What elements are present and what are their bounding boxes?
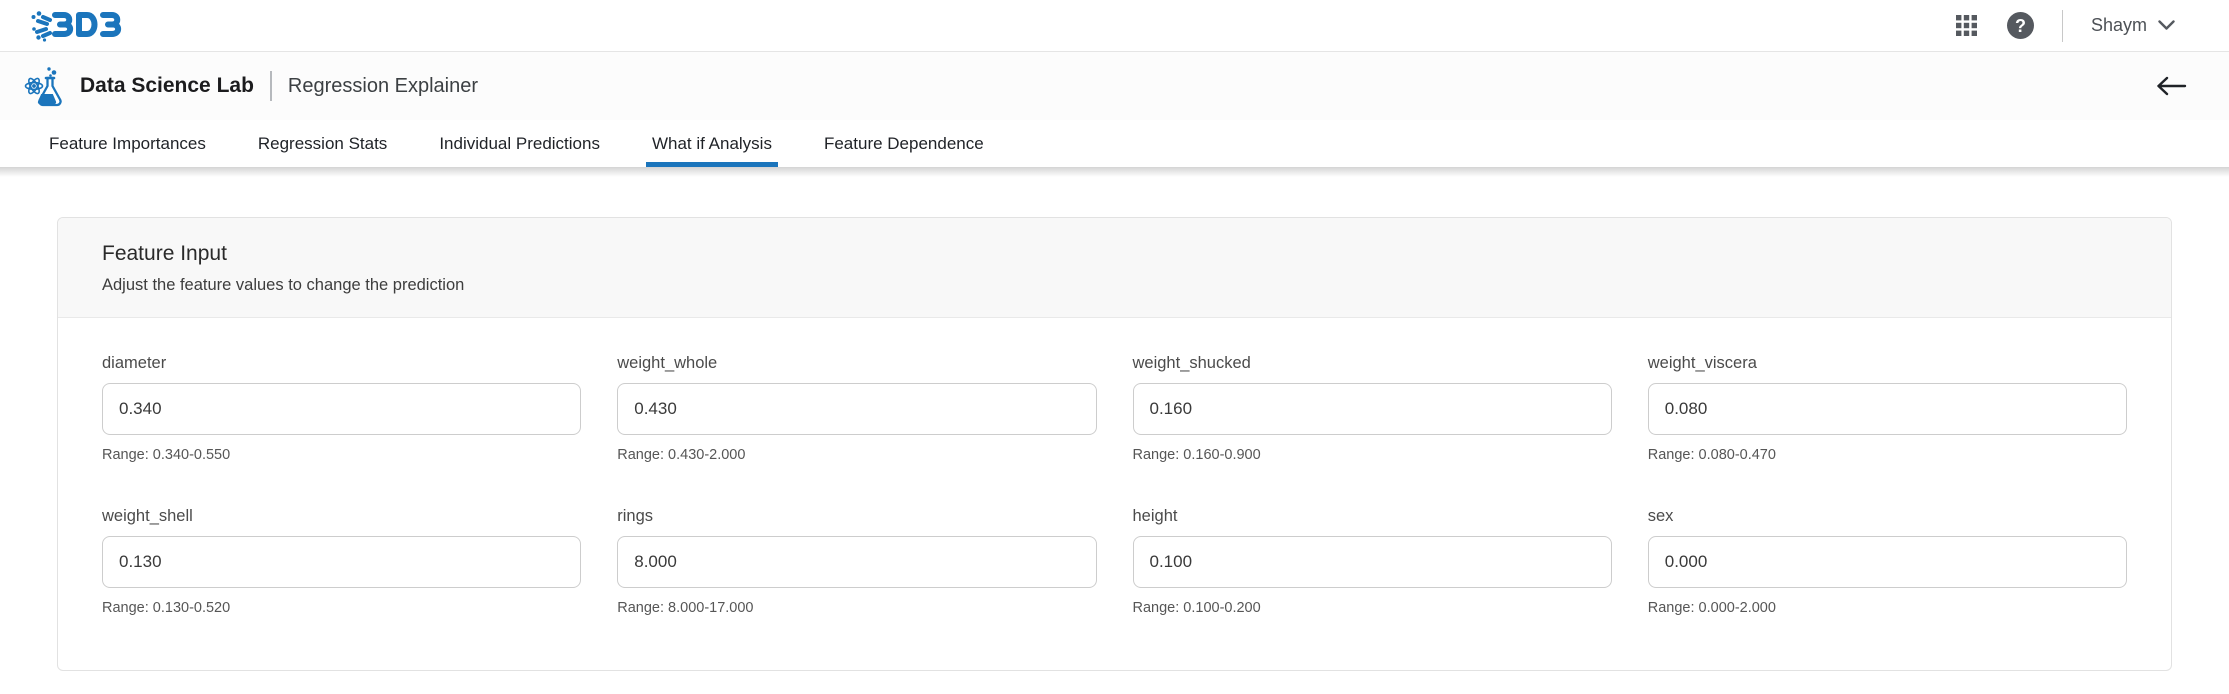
feature-value-input[interactable] <box>1133 536 1612 588</box>
help-button[interactable]: ? <box>2007 12 2034 39</box>
feature-range-text: Range: 0.080-0.470 <box>1648 447 2127 463</box>
feature-value-input[interactable] <box>617 536 1096 588</box>
lab-flask-icon <box>24 64 68 108</box>
feature-field: weight_shell Range: 0.130-0.520 <box>102 507 581 616</box>
card-title: Feature Input <box>102 242 2127 266</box>
feature-field: weight_shucked Range: 0.160-0.900 <box>1133 354 1612 463</box>
feature-value-input[interactable] <box>102 383 581 435</box>
user-menu[interactable]: Shaym <box>2091 15 2175 36</box>
tab-what-if-analysis[interactable]: What if Analysis <box>646 120 778 167</box>
tab-regression-stats[interactable]: Regression Stats <box>252 120 393 167</box>
topbar: ? Shaym <box>0 0 2229 52</box>
topbar-divider <box>2062 10 2063 42</box>
feature-value-input[interactable] <box>1648 383 2127 435</box>
content: Feature Input Adjust the feature values … <box>0 177 2229 671</box>
page-header: Data Science Lab Regression Explainer <box>0 52 2229 120</box>
feature-value-input[interactable] <box>1648 536 2127 588</box>
feature-value-input[interactable] <box>1133 383 1612 435</box>
feature-field: sex Range: 0.000-2.000 <box>1648 507 2127 616</box>
feature-field: diameter Range: 0.340-0.550 <box>102 354 581 463</box>
feature-label: height <box>1133 507 1612 526</box>
feature-range-text: Range: 0.340-0.550 <box>102 447 581 463</box>
feature-grid: diameter Range: 0.340-0.550 weight_whole… <box>58 318 2171 670</box>
feature-range-text: Range: 0.430-2.000 <box>617 447 1096 463</box>
feature-field: weight_whole Range: 0.430-2.000 <box>617 354 1096 463</box>
tab-feature-dependence[interactable]: Feature Dependence <box>818 120 990 167</box>
feature-label: rings <box>617 507 1096 526</box>
feature-label: weight_viscera <box>1648 354 2127 373</box>
feature-label: sex <box>1648 507 2127 526</box>
feature-range-text: Range: 8.000-17.000 <box>617 600 1096 616</box>
tab-feature-importances[interactable]: Feature Importances <box>43 120 212 167</box>
feature-input-card: Feature Input Adjust the feature values … <box>57 217 2172 671</box>
page-title: Regression Explainer <box>288 75 478 98</box>
tab-individual-predictions[interactable]: Individual Predictions <box>433 120 606 167</box>
apps-grid-button[interactable] <box>1954 13 1979 38</box>
feature-value-input[interactable] <box>102 536 581 588</box>
feature-value-input[interactable] <box>617 383 1096 435</box>
tabbar: Feature Importances Regression Stats Ind… <box>0 120 2229 167</box>
tabbar-shadow <box>0 167 2229 177</box>
card-header: Feature Input Adjust the feature values … <box>58 218 2171 318</box>
bdb-logo[interactable] <box>30 9 126 43</box>
feature-label: weight_shucked <box>1133 354 1612 373</box>
feature-label: diameter <box>102 354 581 373</box>
chevron-down-icon <box>2158 20 2175 31</box>
header-divider <box>270 71 272 101</box>
arrow-left-icon <box>2155 74 2187 98</box>
feature-range-text: Range: 0.130-0.520 <box>102 600 581 616</box>
topbar-actions: ? Shaym <box>1954 10 2175 42</box>
app-title: Data Science Lab <box>80 74 254 98</box>
apps-grid-icon <box>1954 13 1979 38</box>
feature-label: weight_shell <box>102 507 581 526</box>
back-button[interactable] <box>2155 74 2187 98</box>
feature-range-text: Range: 0.100-0.200 <box>1133 600 1612 616</box>
feature-field: weight_viscera Range: 0.080-0.470 <box>1648 354 2127 463</box>
feature-label: weight_whole <box>617 354 1096 373</box>
feature-range-text: Range: 0.000-2.000 <box>1648 600 2127 616</box>
feature-range-text: Range: 0.160-0.900 <box>1133 447 1612 463</box>
card-subtitle: Adjust the feature values to change the … <box>102 276 2127 295</box>
feature-field: height Range: 0.100-0.200 <box>1133 507 1612 616</box>
user-name: Shaym <box>2091 15 2147 36</box>
help-icon: ? <box>2007 12 2034 39</box>
feature-field: rings Range: 8.000-17.000 <box>617 507 1096 616</box>
